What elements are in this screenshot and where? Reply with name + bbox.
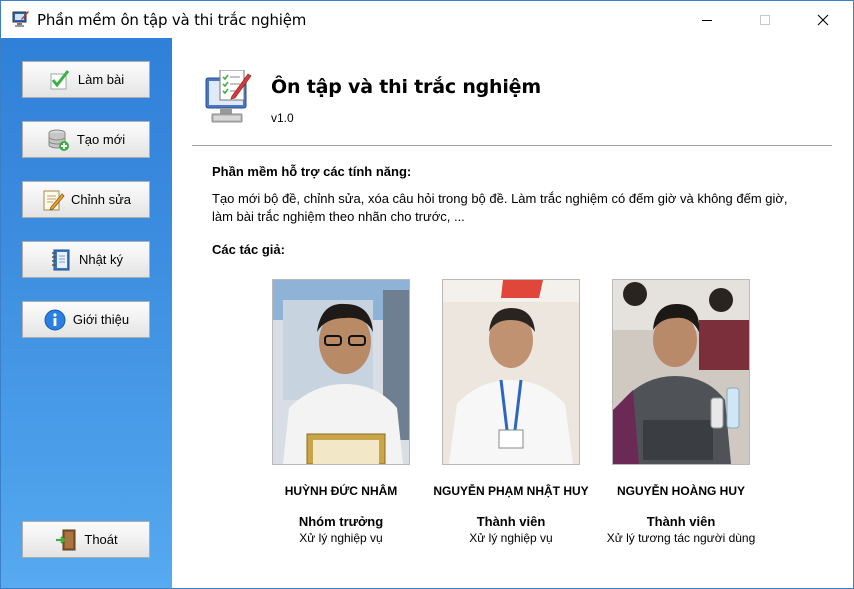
notebook-icon — [51, 249, 70, 270]
close-button[interactable] — [800, 1, 846, 38]
app-window: Phần mềm ôn tập và thi trắc nghiệm Làm b… — [0, 0, 854, 589]
sidebar-item-tao-moi[interactable]: Tạo mới — [22, 121, 150, 158]
edit-document-icon — [43, 190, 65, 211]
sidebar-item-label: Nhật ký — [78, 252, 124, 267]
author-photo-image — [443, 280, 579, 464]
sidebar: Làm bài Tạo mới Chỉnh sửa Nhật ký Giới t… — [1, 38, 172, 588]
author-name: HUỲNH ĐỨC NHÂM — [284, 484, 398, 498]
exit-door-icon — [56, 529, 76, 550]
author-photo — [442, 279, 580, 465]
features-line: làm bài trắc nghiệm theo nhãn cho trước,… — [212, 209, 465, 224]
checkbox-icon — [50, 69, 70, 89]
sidebar-item-label: Tạo mới — [76, 132, 126, 147]
features-description: Tạo mới bộ đề, chỉnh sửa, xóa câu hỏi tr… — [212, 190, 812, 226]
author-task: Xử lý tương tác người dùng — [606, 531, 756, 545]
author-name: NGUYỄN HOÀNG HUY — [616, 484, 745, 498]
author-role: Thành viên — [646, 514, 716, 529]
author-photo — [612, 279, 750, 465]
version-label: v1.0 — [271, 111, 294, 125]
authors-heading: Các tác giả: — [212, 242, 285, 257]
close-icon — [817, 14, 829, 26]
sidebar-item-label: Giới thiệu — [72, 312, 130, 327]
author-name: NGUYỄN PHẠM NHẬT HUY — [433, 484, 589, 498]
database-add-icon — [48, 129, 69, 151]
minimize-button[interactable] — [684, 1, 730, 38]
sidebar-item-label: Chỉnh sửa — [70, 192, 131, 207]
sidebar-item-lam-bai[interactable]: Làm bài — [22, 61, 150, 98]
features-heading: Phần mềm hỗ trợ các tính năng: — [212, 164, 412, 179]
about-panel: Ôn tập và thi trắc nghiệm v1.0 Phần mềm … — [172, 38, 853, 588]
exit-button[interactable]: Thoát — [22, 521, 150, 558]
sidebar-item-label: Làm bài — [77, 72, 125, 87]
author-photo — [272, 279, 410, 465]
computer-checklist-icon — [205, 70, 252, 123]
author-photo-image — [273, 280, 409, 464]
sidebar-item-chinh-sua[interactable]: Chỉnh sửa — [22, 181, 150, 218]
sidebar-item-gioi-thieu[interactable]: Giới thiệu — [22, 301, 150, 338]
title-bar[interactable]: Phần mềm ôn tập và thi trắc nghiệm — [1, 1, 853, 38]
author-photo-image — [613, 280, 749, 464]
app-icon — [12, 11, 29, 27]
sidebar-item-nhat-ky[interactable]: Nhật ký — [22, 241, 150, 278]
exit-label: Thoát — [84, 532, 118, 547]
maximize-button[interactable] — [742, 1, 788, 38]
maximize-icon — [760, 15, 770, 25]
window-title: Phần mềm ôn tập và thi trắc nghiệm — [37, 11, 307, 29]
app-title: Ôn tập và thi trắc nghiệm — [271, 76, 541, 98]
info-icon — [44, 309, 66, 330]
minimize-icon — [702, 20, 712, 21]
features-line: Tạo mới bộ đề, chỉnh sửa, xóa câu hỏi tr… — [212, 191, 788, 206]
divider — [192, 145, 832, 146]
